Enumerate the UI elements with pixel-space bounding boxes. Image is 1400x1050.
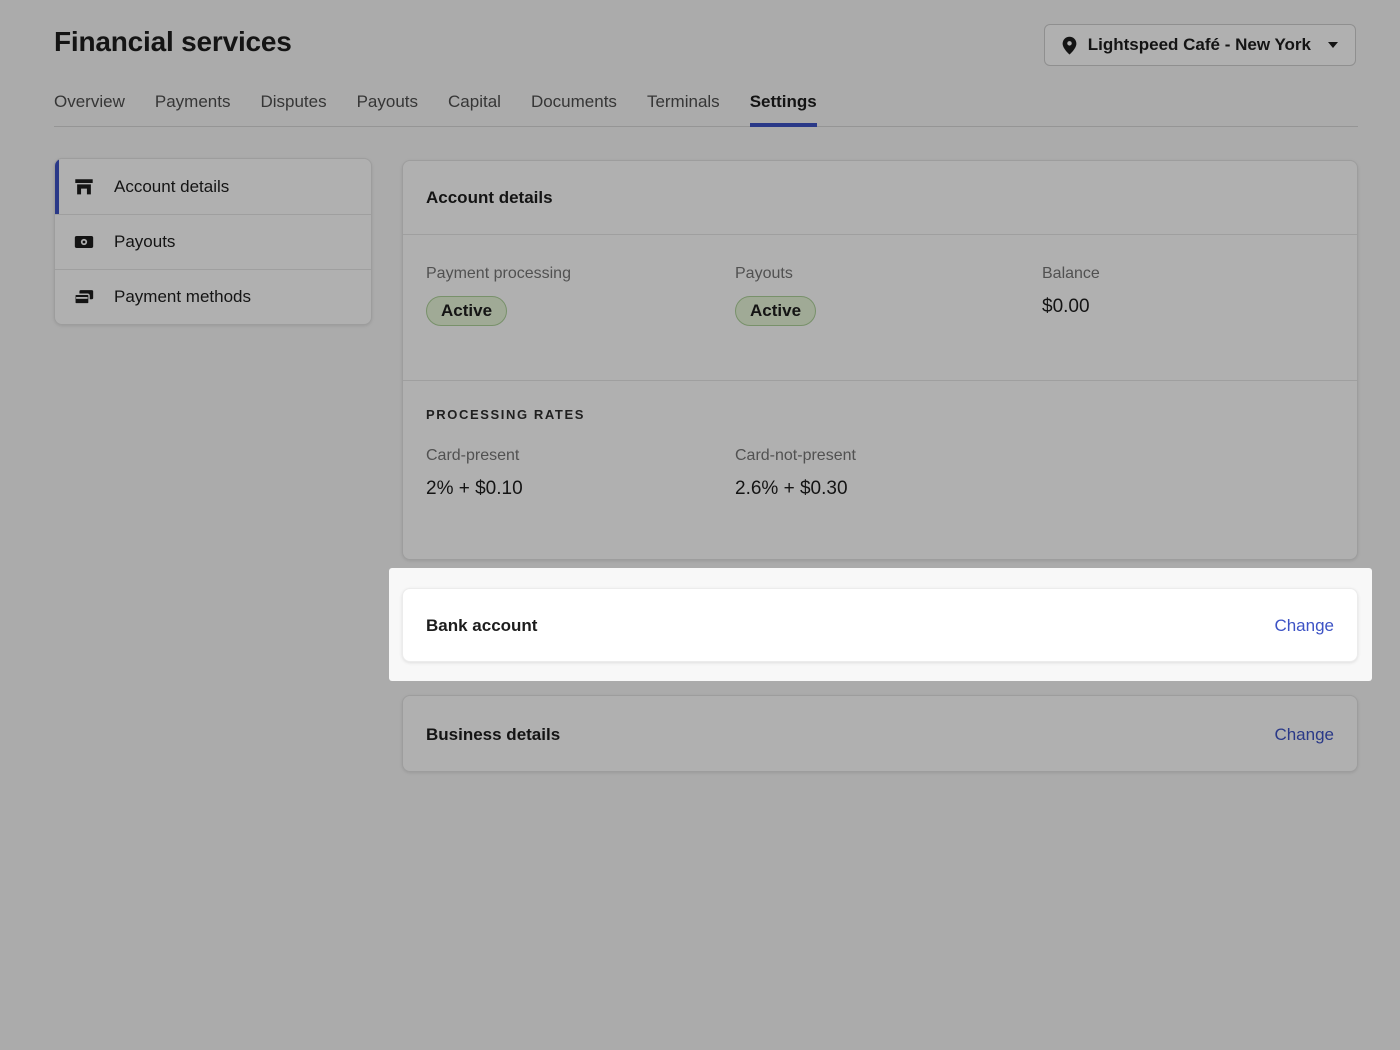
payouts-status: Payouts Active bbox=[735, 265, 1042, 380]
change-business-details-link[interactable]: Change bbox=[1274, 725, 1334, 745]
tab-disputes[interactable]: Disputes bbox=[260, 92, 326, 126]
tab-overview[interactable]: Overview bbox=[54, 92, 125, 126]
bank-account-bar: Bank account Change bbox=[403, 589, 1357, 663]
business-details-title: Business details bbox=[426, 725, 560, 745]
status-badge: Active bbox=[426, 296, 507, 326]
payment-processing-status: Payment processing Active bbox=[426, 265, 735, 380]
balance: Balance $0.00 bbox=[1042, 265, 1334, 380]
status-badge: Active bbox=[735, 296, 816, 326]
change-bank-account-link[interactable]: Change bbox=[1274, 616, 1334, 636]
tab-payments[interactable]: Payments bbox=[155, 92, 231, 126]
business-details-card: Business details Change bbox=[402, 695, 1358, 772]
sidebar-item-label: Payouts bbox=[114, 232, 175, 252]
tab-documents[interactable]: Documents bbox=[531, 92, 617, 126]
balance-value: $0.00 bbox=[1042, 296, 1334, 318]
account-details-title: Account details bbox=[403, 161, 1357, 234]
bank-account-title: Bank account bbox=[426, 616, 537, 636]
rate-value: 2.6% + $0.30 bbox=[735, 478, 1334, 500]
caret-down-icon bbox=[1328, 42, 1338, 48]
field-label: Payment processing bbox=[426, 265, 735, 283]
card-not-present-rate: Card-not-present 2.6% + $0.30 bbox=[735, 447, 1334, 500]
storefront-icon bbox=[73, 176, 95, 198]
location-label: Lightspeed Café - New York bbox=[1088, 35, 1311, 55]
tab-payouts[interactable]: Payouts bbox=[357, 92, 418, 126]
processing-rates-section: PROCESSING RATES Card-present 2% + $0.10… bbox=[403, 380, 1357, 560]
account-details-card: Account details Payment processing Activ… bbox=[402, 160, 1358, 560]
rates-grid: Card-present 2% + $0.10 Card-not-present… bbox=[426, 447, 1334, 500]
tab-settings[interactable]: Settings bbox=[750, 92, 817, 126]
financial-services-page: Financial services Lightspeed Café - New… bbox=[0, 0, 1400, 1050]
sidebar-item-payment-methods[interactable]: Payment methods bbox=[55, 269, 371, 324]
sidebar-item-label: Account details bbox=[114, 177, 229, 197]
account-status-row: Payment processing Active Payouts Active… bbox=[403, 234, 1357, 380]
field-label: Card-present bbox=[426, 447, 735, 465]
sidebar-item-label: Payment methods bbox=[114, 287, 251, 307]
banknote-icon bbox=[73, 231, 95, 253]
location-pin-icon bbox=[1062, 36, 1077, 55]
business-details-bar: Business details Change bbox=[403, 696, 1357, 773]
tab-terminals[interactable]: Terminals bbox=[647, 92, 720, 126]
rate-value: 2% + $0.10 bbox=[426, 478, 735, 500]
sidebar-item-account-details[interactable]: Account details bbox=[55, 159, 371, 214]
processing-rates-heading: PROCESSING RATES bbox=[426, 407, 1334, 422]
bank-account-card: Bank account Change bbox=[402, 588, 1358, 662]
card-present-rate: Card-present 2% + $0.10 bbox=[426, 447, 735, 500]
sidebar-item-payouts[interactable]: Payouts bbox=[55, 214, 371, 269]
page-title: Financial services bbox=[54, 26, 292, 58]
field-label: Payouts bbox=[735, 265, 1042, 283]
tab-bar: Overview Payments Disputes Payouts Capit… bbox=[54, 92, 1358, 127]
field-label: Balance bbox=[1042, 265, 1334, 283]
tab-capital[interactable]: Capital bbox=[448, 92, 501, 126]
settings-sidebar: Account details Payouts Payment methods bbox=[54, 158, 372, 325]
location-selector[interactable]: Lightspeed Café - New York bbox=[1044, 24, 1356, 66]
field-label: Card-not-present bbox=[735, 447, 1334, 465]
credit-cards-icon bbox=[73, 286, 95, 308]
